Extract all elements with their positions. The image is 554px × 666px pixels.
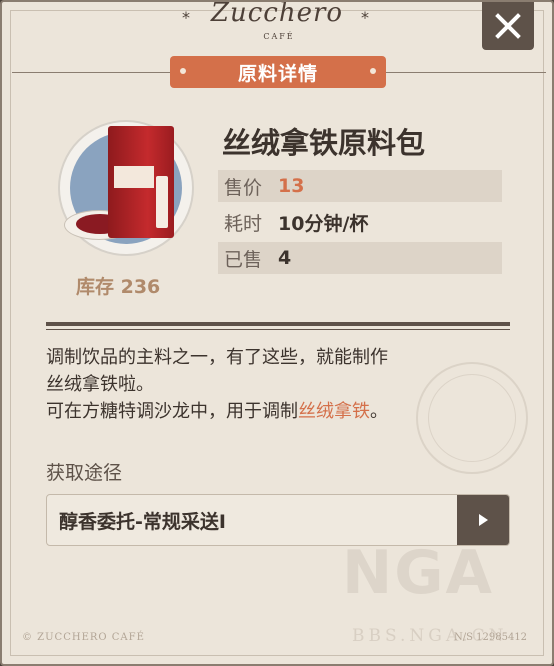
- acquire-title: 获取途径: [46, 462, 123, 484]
- go-button[interactable]: [457, 495, 509, 545]
- price-label: 售价: [224, 176, 263, 199]
- ribbon-line-left: [12, 72, 170, 73]
- price-value: 13: [278, 175, 305, 197]
- time-label: 耗时: [224, 212, 263, 235]
- sold-value: 4: [278, 247, 292, 269]
- item-name: 丝绒拿铁原料包: [222, 126, 426, 160]
- divider: [46, 322, 510, 326]
- brand-sub: CAFÉ: [263, 32, 295, 41]
- description-line-2: 丝绒拿铁啦。: [46, 374, 154, 395]
- divider-thin: [46, 329, 510, 330]
- acquire-source-label: 醇香委托-常规采送Ⅰ: [59, 510, 226, 533]
- ribbon-line-right: [386, 72, 546, 73]
- play-arrow-icon: [479, 514, 488, 526]
- footer-copyright: © ZUCCHERO CAFÉ: [22, 632, 145, 643]
- product-bag-image: [108, 126, 174, 238]
- ingredient-detail-card: * * Zucchero CAFÉ 原料详情 库存 236 丝绒拿铁原料包 售价…: [0, 0, 554, 666]
- sold-label: 已售: [224, 248, 263, 271]
- star-left: *: [182, 8, 190, 27]
- star-right: *: [361, 8, 369, 27]
- acquire-source[interactable]: 醇香委托-常规采送Ⅰ: [46, 494, 510, 546]
- close-button[interactable]: [482, 2, 534, 50]
- description: 调制饮品的主料之一，有了这些，就能制作 丝绒拿铁啦。 可在方糖特调沙龙中，用于调…: [46, 344, 516, 425]
- price-row: 售价 13: [218, 170, 502, 202]
- highlight-link: 丝绒拿铁: [298, 401, 370, 422]
- time-row: 耗时 10分钟/杯: [218, 206, 502, 238]
- sold-row: 已售 4: [218, 242, 502, 274]
- stock-count: 库存 236: [76, 276, 161, 298]
- bag-band: [156, 176, 168, 228]
- time-value: 10分钟/杯: [278, 212, 369, 235]
- description-line-1: 调制饮品的主料之一，有了这些，就能制作: [46, 347, 388, 368]
- close-icon: [495, 13, 521, 39]
- page-title: 原料详情: [170, 56, 386, 88]
- nga-watermark: NGA: [342, 538, 494, 608]
- brand-logo: Zucchero: [210, 0, 344, 28]
- description-line-3: 可在方糖特调沙龙中，用于调制丝绒拿铁。: [46, 401, 388, 422]
- footer-serial: N/S 12985412: [454, 632, 528, 643]
- bag-label: [114, 166, 154, 188]
